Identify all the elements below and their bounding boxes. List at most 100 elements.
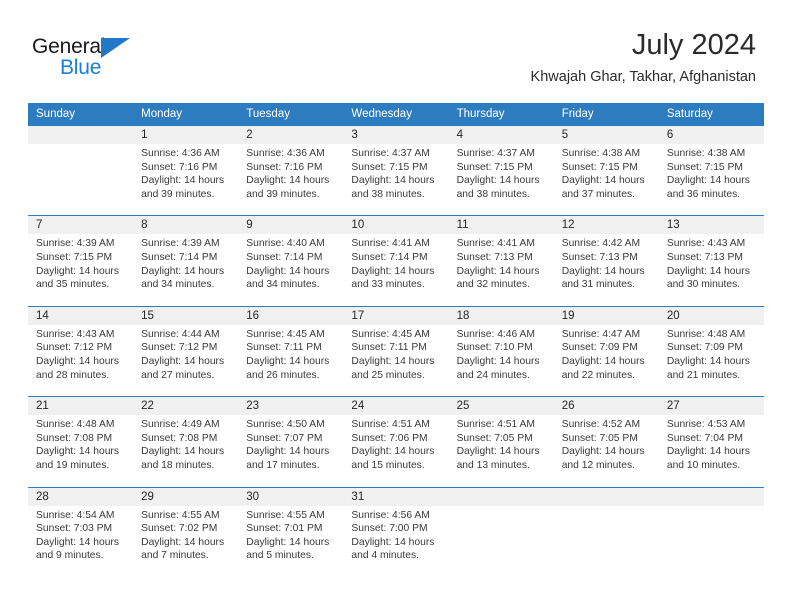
day-cell: Sunrise: 4:47 AM Sunset: 7:09 PM Dayligh…: [553, 324, 659, 397]
sunrise-text: Sunrise: 4:48 AM: [36, 419, 115, 431]
day-cell: Sunrise: 4:36 AM Sunset: 7:16 PM Dayligh…: [133, 144, 239, 216]
day-number[interactable]: 2: [238, 125, 344, 144]
sunset-text: Sunset: 7:05 PM: [456, 432, 533, 444]
sunset-text: Sunset: 7:10 PM: [456, 342, 533, 354]
daylight-text-line2: and 4 minutes.: [351, 550, 419, 562]
day-number[interactable]: 12: [553, 215, 659, 235]
day-number[interactable]: 29: [133, 487, 239, 506]
daylight-text-line1: Daylight: 14 hours: [351, 446, 435, 458]
day-number[interactable]: 16: [238, 306, 344, 325]
daylight-text-line2: and 34 minutes.: [246, 279, 320, 291]
day-number[interactable]: 9: [238, 215, 344, 235]
sunrise-text: Sunrise: 4:40 AM: [246, 238, 325, 250]
day-cell: Sunrise: 4:42 AM Sunset: 7:13 PM Dayligh…: [553, 234, 659, 307]
week-row-details: Sunrise: 4:54 AM Sunset: 7:03 PM Dayligh…: [28, 505, 764, 577]
calendar-body: 1 2 3 4 5 6 Sunrise: 4:36 AM Sunset: 7:1…: [28, 125, 764, 577]
day-number[interactable]: 11: [448, 215, 554, 235]
day-number[interactable]: 8: [133, 215, 239, 235]
daylight-text-line2: and 36 minutes.: [666, 188, 741, 200]
daylight-text-line2: and 33 minutes.: [351, 279, 425, 291]
daylight-text-line2: and 38 minutes.: [456, 188, 530, 200]
sunrise-text: Sunrise: 4:43 AM: [36, 328, 115, 340]
week-row-daynumbers: 1 2 3 4 5 6: [28, 125, 764, 144]
daylight-text-line2: and 30 minutes.: [666, 279, 741, 291]
day-number[interactable]: 10: [343, 215, 449, 235]
sunset-text: Sunset: 7:13 PM: [561, 251, 638, 263]
day-number[interactable]: 3: [343, 125, 449, 144]
day-number[interactable]: 24: [343, 396, 449, 416]
daylight-text-line1: Daylight: 14 hours: [36, 355, 119, 367]
sunset-text: Sunset: 7:12 PM: [36, 342, 113, 354]
day-cell: Sunrise: 4:39 AM Sunset: 7:15 PM Dayligh…: [28, 234, 134, 307]
day-number[interactable]: 31: [343, 487, 449, 506]
weekday-header-wednesday: Wednesday: [343, 103, 449, 126]
day-number[interactable]: 17: [343, 306, 449, 325]
title-block: July 2024 Khwajah Ghar, Takhar, Afghanis…: [531, 28, 756, 86]
day-number[interactable]: 25: [448, 396, 554, 416]
week-row-daynumbers: 21 22 23 24 25 26 27: [28, 396, 764, 416]
day-number[interactable]: 21: [28, 396, 134, 416]
day-number[interactable]: 20: [658, 306, 764, 325]
day-number[interactable]: 30: [238, 487, 344, 506]
daylight-text-line1: Daylight: 14 hours: [36, 265, 119, 277]
daylight-text-line2: and 34 minutes.: [141, 279, 215, 291]
day-cell: Sunrise: 4:44 AM Sunset: 7:12 PM Dayligh…: [133, 324, 239, 397]
sunrise-text: Sunrise: 4:46 AM: [456, 328, 535, 340]
sunrise-text: Sunrise: 4:37 AM: [351, 148, 430, 159]
daylight-text-line2: and 24 minutes.: [456, 369, 530, 381]
day-cell: Sunrise: 4:46 AM Sunset: 7:10 PM Dayligh…: [448, 324, 554, 397]
daylight-text-line2: and 28 minutes.: [36, 369, 110, 381]
sunset-text: Sunset: 7:15 PM: [561, 161, 638, 173]
day-cell: Sunrise: 4:53 AM Sunset: 7:04 PM Dayligh…: [658, 415, 764, 487]
day-number[interactable]: 6: [658, 125, 764, 144]
day-number[interactable]: 7: [28, 215, 134, 235]
weekday-header-row: Sunday Monday Tuesday Wednesday Thursday…: [28, 103, 764, 126]
day-number[interactable]: 23: [238, 396, 344, 416]
daylight-text-line2: and 13 minutes.: [456, 459, 530, 471]
day-number[interactable]: 28: [28, 487, 134, 506]
sunrise-sunset-calendar: Sunday Monday Tuesday Wednesday Thursday…: [28, 103, 764, 577]
week-row-details: Sunrise: 4:36 AM Sunset: 7:16 PM Dayligh…: [28, 144, 764, 216]
day-number[interactable]: 18: [448, 306, 554, 325]
sunset-text: Sunset: 7:13 PM: [456, 251, 533, 263]
week-row-daynumbers: 7 8 9 10 11 12 13: [28, 215, 764, 235]
day-number[interactable]: 15: [133, 306, 239, 325]
day-number[interactable]: [658, 487, 764, 506]
sunrise-text: Sunrise: 4:45 AM: [351, 328, 430, 340]
day-number[interactable]: 26: [553, 396, 659, 416]
day-number[interactable]: [28, 125, 134, 144]
sunrise-text: Sunrise: 4:56 AM: [351, 509, 430, 521]
daylight-text-line1: Daylight: 14 hours: [666, 175, 750, 187]
sunset-text: Sunset: 7:14 PM: [141, 251, 218, 263]
sunset-text: Sunset: 7:04 PM: [666, 432, 743, 444]
day-cell: Sunrise: 4:48 AM Sunset: 7:08 PM Dayligh…: [28, 415, 134, 487]
daylight-text-line1: Daylight: 14 hours: [456, 175, 540, 187]
daylight-text-line1: Daylight: 14 hours: [561, 175, 645, 187]
sunset-text: Sunset: 7:06 PM: [351, 432, 428, 444]
day-number[interactable]: 27: [658, 396, 764, 416]
sunset-text: Sunset: 7:15 PM: [351, 161, 428, 173]
day-number[interactable]: 19: [553, 306, 659, 325]
day-number[interactable]: 13: [658, 215, 764, 235]
daylight-text-line2: and 37 minutes.: [561, 188, 635, 200]
sunset-text: Sunset: 7:00 PM: [351, 523, 428, 535]
sunrise-text: Sunrise: 4:36 AM: [141, 148, 220, 159]
daylight-text-line2: and 39 minutes.: [246, 188, 320, 200]
day-cell: [448, 505, 554, 577]
day-number[interactable]: 14: [28, 306, 134, 325]
day-cell: Sunrise: 4:56 AM Sunset: 7:00 PM Dayligh…: [343, 505, 449, 577]
sunset-text: Sunset: 7:05 PM: [561, 432, 638, 444]
daylight-text-line2: and 39 minutes.: [141, 188, 215, 200]
day-number[interactable]: 22: [133, 396, 239, 416]
day-number[interactable]: 5: [553, 125, 659, 144]
day-number[interactable]: 1: [133, 125, 239, 144]
day-cell: Sunrise: 4:43 AM Sunset: 7:12 PM Dayligh…: [28, 324, 134, 397]
general-blue-logo: General Blue: [32, 35, 147, 81]
day-number[interactable]: 4: [448, 125, 554, 144]
day-cell: [553, 505, 659, 577]
day-number[interactable]: [553, 487, 659, 506]
daylight-text-line1: Daylight: 14 hours: [141, 446, 225, 458]
daylight-text-line2: and 26 minutes.: [246, 369, 320, 381]
daylight-text-line1: Daylight: 14 hours: [246, 265, 330, 277]
day-number[interactable]: [448, 487, 554, 506]
